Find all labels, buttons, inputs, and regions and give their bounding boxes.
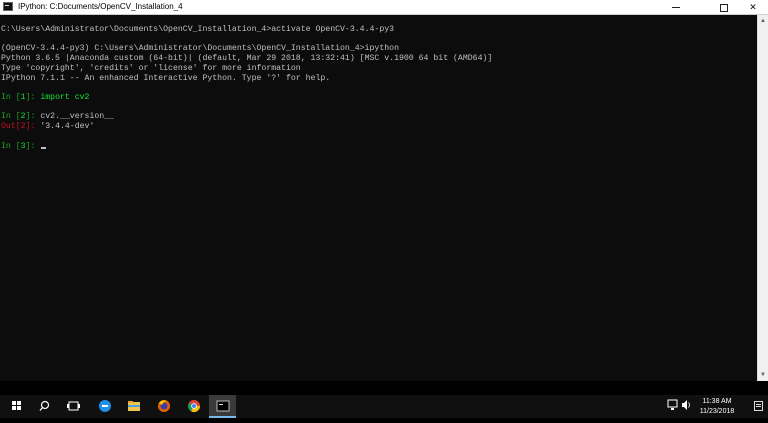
minimize-icon xyxy=(672,7,680,9)
input-code: cv2.__version__ xyxy=(40,112,115,121)
clock-time: 11:38 AM xyxy=(702,398,732,405)
in-prompt-suffix: ]: xyxy=(25,93,41,102)
search-icon xyxy=(39,400,50,411)
close-button[interactable]: ✕ xyxy=(737,0,768,14)
task-view-icon xyxy=(67,401,80,411)
console-line-type-info: Type 'copyright', 'credits' or 'license'… xyxy=(1,64,301,73)
output-value: '3.4.4-dev' xyxy=(40,122,95,131)
ipython-input-2: In [2]: cv2.__version__ xyxy=(1,112,114,122)
system-clock[interactable]: 11:38 AM 11/23/2018 xyxy=(690,397,744,417)
ipython-input-1: In [1]: import cv2 xyxy=(1,93,89,103)
in-prompt-suffix: ]: xyxy=(25,112,41,121)
taskbar-edge[interactable] xyxy=(91,395,118,418)
ipython-output-2: Out[2]: '3.4.4-dev' xyxy=(1,122,94,132)
text-cursor xyxy=(41,147,47,149)
in-prompt-label: In [ xyxy=(1,93,21,102)
chrome-icon xyxy=(187,400,200,413)
console-line-ipython: (OpenCV-3.4.4-py3) C:\Users\Administrato… xyxy=(1,44,399,53)
start-button[interactable] xyxy=(3,395,30,418)
scroll-up-arrow-icon[interactable]: ▲ xyxy=(758,16,768,26)
network-icon xyxy=(667,399,678,410)
taskbar-chrome[interactable] xyxy=(180,395,207,418)
console-output[interactable]: C:\Users\Administrator\Documents\OpenCV_… xyxy=(0,15,757,381)
notifications-icon[interactable] xyxy=(754,401,763,411)
file-explorer-icon xyxy=(128,401,140,411)
close-icon: ✕ xyxy=(749,2,757,12)
scroll-down-arrow-icon[interactable]: ▼ xyxy=(758,370,768,380)
taskbar-firefox[interactable] xyxy=(150,395,177,418)
console-app-icon xyxy=(3,2,13,11)
taskbar-file-explorer[interactable] xyxy=(120,395,147,418)
console-line-python-version: Python 3.6.5 |Anaconda custom (64-bit)| … xyxy=(1,54,493,63)
clock-date: 11/23/2018 xyxy=(699,408,735,415)
edge-icon xyxy=(99,400,111,412)
window-title: IPython: C:Documents/OpenCV_Installation… xyxy=(18,2,183,11)
in-prompt-label: In [ xyxy=(1,112,21,121)
taskbar: 11:38 AM 11/23/2018 xyxy=(0,395,768,418)
maximize-icon xyxy=(720,3,728,12)
network-tray-icon[interactable] xyxy=(667,399,679,413)
taskbar-console-active[interactable] xyxy=(209,395,236,418)
search-button[interactable] xyxy=(31,395,58,418)
in-prompt-suffix: ]: xyxy=(25,142,41,151)
vertical-scrollbar[interactable]: ▲ ▼ xyxy=(757,15,768,381)
firefox-icon xyxy=(158,400,170,412)
window-title-bar[interactable]: IPython: C:Documents/OpenCV_Installation… xyxy=(0,0,768,15)
maximize-button[interactable] xyxy=(708,0,740,14)
console-line-ipython-version: IPython 7.1.1 -- An enhanced Interactive… xyxy=(1,74,331,83)
terminal-icon xyxy=(216,400,230,412)
minimize-button[interactable] xyxy=(660,0,692,14)
input-code: import cv2 xyxy=(40,93,90,102)
out-prompt-label: Out[ xyxy=(1,122,21,131)
ipython-input-3[interactable]: In [3]: xyxy=(1,142,47,152)
in-prompt-label: In [ xyxy=(1,142,21,151)
task-view-button[interactable] xyxy=(60,395,87,418)
windows-start-icon xyxy=(12,401,21,410)
out-prompt-suffix: ]: xyxy=(25,122,41,131)
console-line-activate: C:\Users\Administrator\Documents\OpenCV_… xyxy=(1,25,395,34)
